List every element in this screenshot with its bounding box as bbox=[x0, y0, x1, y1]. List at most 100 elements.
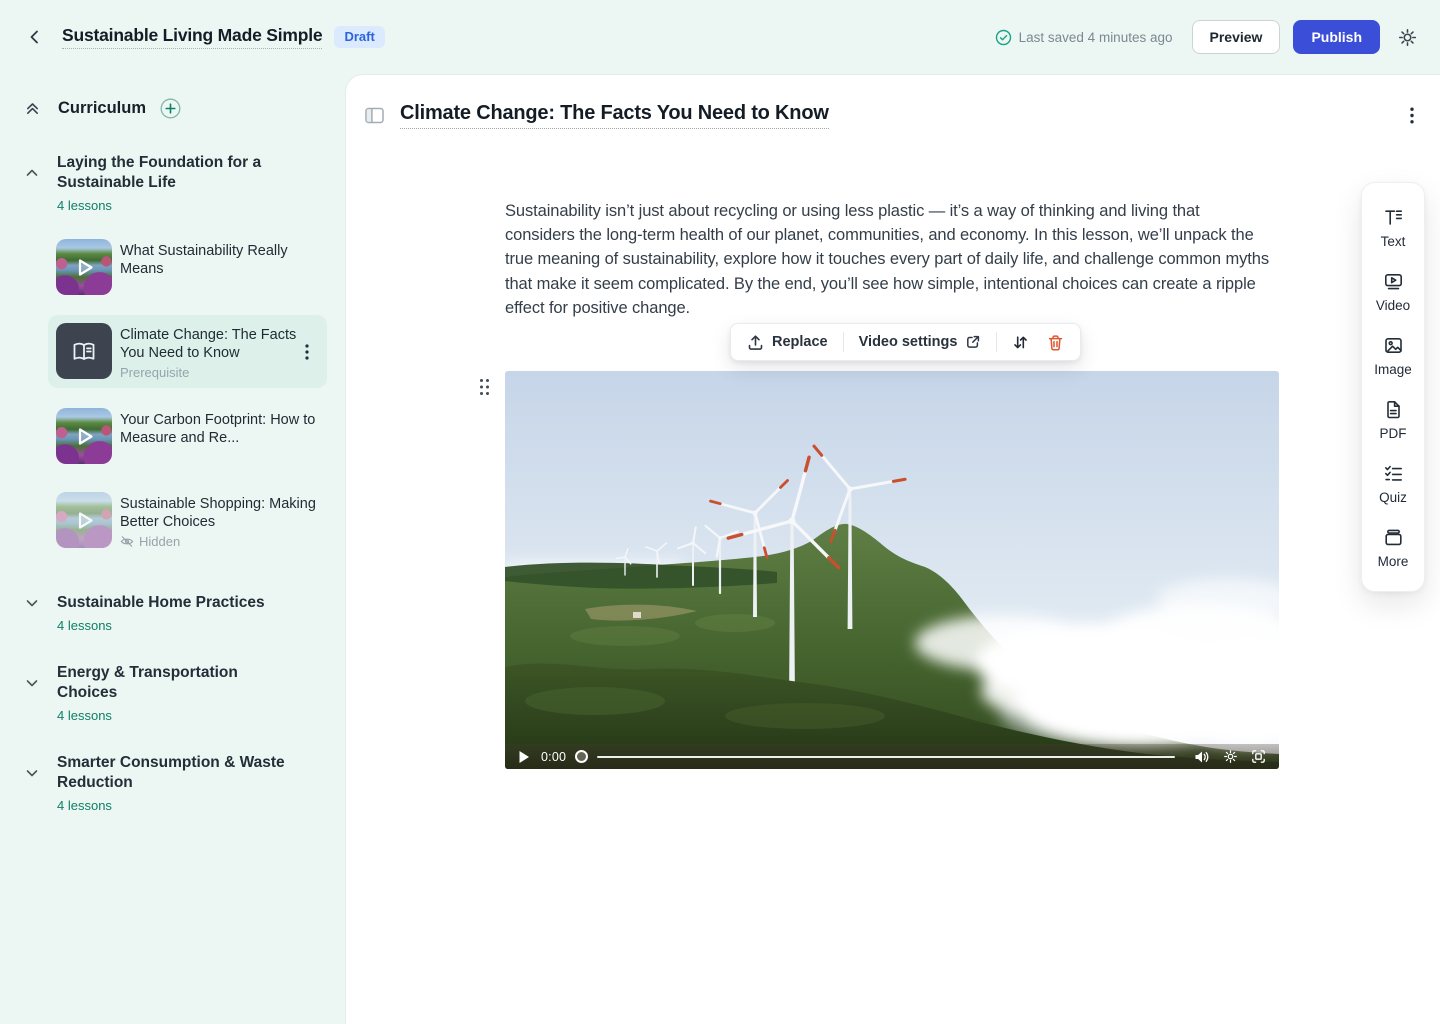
publish-button[interactable]: Publish bbox=[1293, 20, 1380, 54]
more-blocks-icon bbox=[1383, 527, 1404, 548]
external-link-icon bbox=[965, 334, 981, 350]
video-player[interactable]: 0:00 bbox=[505, 371, 1279, 769]
book-icon bbox=[70, 338, 98, 365]
play-icon bbox=[56, 408, 112, 464]
play-button[interactable] bbox=[516, 748, 532, 766]
insert-block-panel: Text Video Image PDF Quiz bbox=[1361, 182, 1425, 592]
double-chevron-up-icon bbox=[24, 100, 41, 117]
video-controls: 0:00 bbox=[505, 744, 1279, 769]
video-settings-label: Video settings bbox=[859, 334, 958, 350]
video-icon bbox=[1383, 271, 1404, 292]
lesson-item[interactable]: Your Carbon Footprint: How to Measure an… bbox=[48, 400, 327, 472]
save-status: Last saved 4 minutes ago bbox=[995, 29, 1173, 46]
add-section-button[interactable] bbox=[160, 98, 181, 119]
lesson-paragraph[interactable]: Sustainability isn’t just about recyclin… bbox=[505, 199, 1271, 320]
lesson-title: Sustainable Shopping: Making Better Choi… bbox=[120, 495, 319, 531]
block-drag-handle[interactable] bbox=[476, 375, 493, 399]
delete-block-button[interactable] bbox=[1044, 334, 1067, 351]
insert-quiz-button[interactable]: Quiz bbox=[1362, 452, 1424, 516]
preview-button[interactable]: Preview bbox=[1192, 20, 1281, 54]
section-title: Sustainable Home Practices bbox=[57, 593, 265, 613]
chevron-down-icon bbox=[24, 675, 40, 691]
insert-pdf-button[interactable]: PDF bbox=[1362, 388, 1424, 452]
replace-label: Replace bbox=[772, 334, 828, 350]
toolbar-divider bbox=[843, 332, 844, 352]
video-frame-windfarm bbox=[505, 371, 1279, 769]
video-time: 0:00 bbox=[541, 750, 566, 764]
insert-more-button[interactable]: More bbox=[1362, 516, 1424, 580]
chevron-down-icon bbox=[24, 595, 40, 611]
tool-label: Video bbox=[1376, 298, 1410, 313]
replace-button[interactable]: Replace bbox=[744, 334, 831, 351]
lesson-count: 4 lessons bbox=[57, 708, 331, 723]
lesson-header: Climate Change: The Facts You Need to Kn… bbox=[363, 102, 1418, 129]
lesson-count: 4 lessons bbox=[57, 198, 331, 213]
section-title: Laying the Foundation for a Sustainable … bbox=[57, 153, 289, 193]
top-bar: Sustainable Living Made Simple Draft Las… bbox=[0, 0, 1440, 74]
curriculum-section: Laying the Foundation for a Sustainable … bbox=[24, 153, 331, 557]
video-block-toolbar: Replace Video settings bbox=[730, 323, 1081, 361]
lesson-title-heading[interactable]: Climate Change: The Facts You Need to Kn… bbox=[400, 102, 829, 129]
section-header[interactable]: Smarter Consumption & Waste Reduction bbox=[24, 753, 331, 793]
check-circle-icon bbox=[995, 29, 1012, 46]
insert-image-button[interactable]: Image bbox=[1362, 324, 1424, 388]
up-down-arrows-icon bbox=[1012, 334, 1029, 351]
hidden-label: Hidden bbox=[139, 534, 180, 549]
fullscreen-button[interactable] bbox=[1249, 747, 1268, 766]
toggle-sidebar-button[interactable] bbox=[363, 105, 386, 126]
toolbar-divider bbox=[996, 332, 997, 352]
volume-button[interactable] bbox=[1192, 748, 1212, 766]
kebab-icon bbox=[1410, 107, 1414, 124]
play-icon bbox=[56, 239, 112, 295]
lesson-item-selected[interactable]: Climate Change: The Facts You Need to Kn… bbox=[48, 315, 327, 388]
lesson-meta: Hidden bbox=[120, 534, 319, 549]
image-icon bbox=[1383, 335, 1404, 356]
lesson-editor: Climate Change: The Facts You Need to Kn… bbox=[345, 74, 1440, 1024]
tool-label: Quiz bbox=[1379, 490, 1407, 505]
progress-track[interactable] bbox=[597, 756, 1175, 758]
tool-label: PDF bbox=[1380, 426, 1407, 441]
play-icon bbox=[56, 492, 112, 548]
move-block-button[interactable] bbox=[1009, 334, 1032, 351]
section-header[interactable]: Sustainable Home Practices bbox=[24, 593, 331, 613]
tool-label: More bbox=[1378, 554, 1409, 569]
curriculum-sidebar: Curriculum Laying the Foundation for a S… bbox=[0, 74, 345, 1024]
scrubber-knob[interactable] bbox=[575, 750, 588, 763]
settings-button[interactable] bbox=[1393, 23, 1422, 52]
kebab-icon bbox=[305, 344, 309, 360]
section-title: Energy & Transportation Choices bbox=[57, 663, 289, 703]
curriculum-section: Smarter Consumption & Waste Reduction 4 … bbox=[24, 753, 331, 813]
insert-video-button[interactable]: Video bbox=[1362, 260, 1424, 324]
collapse-all-button[interactable] bbox=[24, 100, 41, 117]
lesson-title: Climate Change: The Facts You Need to Kn… bbox=[120, 326, 319, 362]
lesson-item-hidden[interactable]: Sustainable Shopping: Making Better Choi… bbox=[48, 484, 327, 557]
pdf-icon bbox=[1383, 399, 1404, 420]
curriculum-section: Sustainable Home Practices 4 lessons bbox=[24, 593, 331, 633]
plus-circle-icon bbox=[160, 98, 181, 119]
lesson-menu-button[interactable] bbox=[301, 340, 313, 364]
text-icon bbox=[1383, 207, 1404, 228]
chevron-up-icon bbox=[24, 165, 40, 181]
course-title[interactable]: Sustainable Living Made Simple bbox=[62, 25, 322, 49]
back-button[interactable] bbox=[22, 24, 48, 50]
lesson-title: Your Carbon Footprint: How to Measure an… bbox=[120, 411, 319, 447]
chevron-left-icon bbox=[26, 28, 44, 46]
panel-layout-icon bbox=[365, 107, 384, 124]
lesson-count: 4 lessons bbox=[57, 618, 331, 633]
lesson-thumbnail bbox=[56, 408, 112, 464]
trash-icon bbox=[1047, 334, 1064, 351]
quiz-icon bbox=[1383, 463, 1404, 484]
lesson-title: What Sustainability Really Means bbox=[120, 242, 288, 278]
lesson-thumbnail bbox=[56, 492, 112, 548]
insert-text-button[interactable]: Text bbox=[1362, 196, 1424, 260]
section-header[interactable]: Laying the Foundation for a Sustainable … bbox=[24, 153, 331, 193]
video-settings-gear-button[interactable] bbox=[1221, 747, 1240, 766]
section-header[interactable]: Energy & Transportation Choices bbox=[24, 663, 331, 703]
lesson-list: What Sustainability Really Means Climate… bbox=[48, 231, 331, 557]
curriculum-header: Curriculum bbox=[24, 98, 331, 119]
curriculum-title: Curriculum bbox=[58, 99, 146, 118]
lesson-item[interactable]: What Sustainability Really Means bbox=[48, 231, 327, 303]
video-settings-button[interactable]: Video settings bbox=[856, 334, 985, 350]
upload-icon bbox=[747, 334, 764, 351]
lesson-menu-button[interactable] bbox=[1406, 103, 1418, 128]
